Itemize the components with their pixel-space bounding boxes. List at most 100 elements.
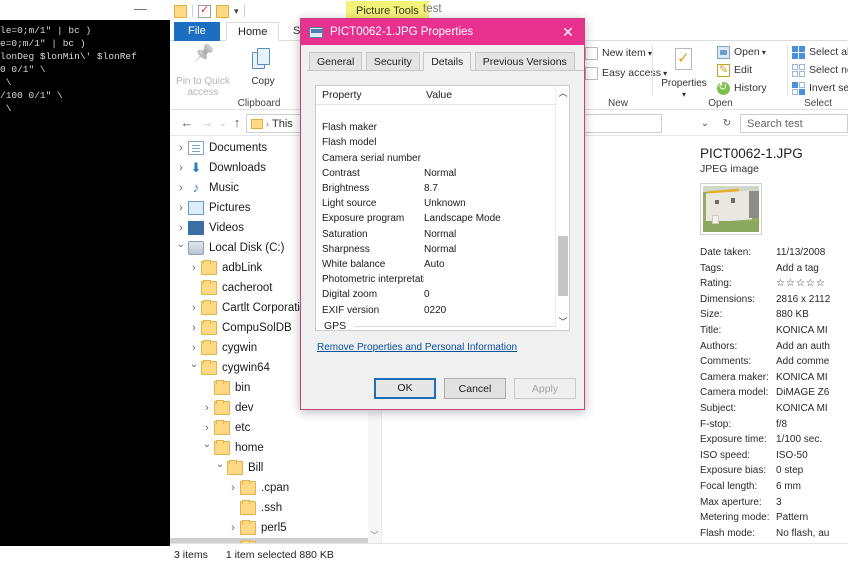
property-row[interactable]: Camera serial number	[316, 151, 569, 166]
chevron-right-icon[interactable]	[200, 398, 214, 419]
tab-details[interactable]: Details	[423, 52, 472, 71]
scrollbar-thumb[interactable]	[558, 236, 568, 296]
select-all-button[interactable]: Select all	[792, 44, 848, 60]
sidebar-item-label: Bill	[248, 462, 264, 474]
chevron-down-icon[interactable]: ﹀	[368, 529, 381, 543]
chevron-right-icon[interactable]	[174, 198, 188, 219]
properties-scrollbar[interactable]: ︿ ﹀	[555, 86, 569, 330]
cancel-button[interactable]: Cancel	[444, 378, 506, 399]
details-row-value[interactable]: Add a tag	[776, 261, 819, 277]
copy-button[interactable]: Copy	[234, 45, 292, 87]
ok-button[interactable]: OK	[374, 378, 436, 399]
remove-properties-link[interactable]: Remove Properties and Personal Informati…	[317, 342, 517, 353]
tab-previous-versions[interactable]: Previous Versions	[474, 52, 575, 71]
property-row[interactable]: Photometric interpretation	[316, 272, 569, 287]
divider	[354, 325, 561, 327]
invert-selection-button[interactable]: Invert selection	[792, 80, 848, 96]
property-value[interactable]: 8.7	[424, 183, 438, 194]
chevron-right-icon[interactable]	[174, 158, 188, 179]
properties-listbox[interactable]: Property Value Flash maker Flash model Cam…	[315, 85, 570, 331]
property-value[interactable]: Normal	[424, 244, 456, 255]
edit-button[interactable]: Edit	[717, 62, 752, 78]
select-none-button[interactable]: Select none	[792, 62, 848, 78]
open-button[interactable]: Open ▾	[717, 44, 766, 60]
chevron-right-icon[interactable]	[187, 318, 201, 339]
property-row[interactable]: Saturation Normal	[316, 227, 569, 242]
property-value[interactable]: 0220	[424, 305, 446, 316]
refresh-icon[interactable]: ↻	[723, 118, 731, 129]
tab-security[interactable]: Security	[365, 52, 420, 71]
folder-icon[interactable]	[174, 4, 187, 18]
rating-stars[interactable]: ☆☆☆☆☆	[776, 276, 826, 292]
chevron-down-icon[interactable]: ﹀	[556, 315, 569, 330]
sidebar-item-ssh[interactable]: .ssh	[170, 498, 381, 518]
chevron-right-icon[interactable]	[226, 518, 240, 539]
dialog-titlebar[interactable]: PICT0062-1.JPG Properties ✕	[301, 19, 584, 45]
status-item-count: 3 items	[174, 548, 208, 561]
property-row[interactable]	[316, 105, 569, 120]
tab-home[interactable]: Home	[226, 22, 280, 41]
chevron-right-icon[interactable]	[187, 298, 201, 319]
chevron-right-icon[interactable]	[187, 258, 201, 279]
chevron-down-icon[interactable]	[187, 358, 201, 378]
property-row[interactable]: EXIF version 0220	[316, 302, 569, 317]
downloads-icon: ⬇	[190, 160, 202, 175]
property-value[interactable]: Normal	[424, 168, 456, 179]
apply-button[interactable]: Apply	[514, 378, 576, 399]
chevron-right-icon[interactable]	[200, 418, 214, 439]
sidebar-item-cpan[interactable]: .cpan	[170, 478, 381, 498]
sidebar-item-bill[interactable]: Bill	[170, 458, 381, 478]
chevron-right-icon[interactable]	[226, 478, 240, 499]
search-input[interactable]: Search test	[740, 114, 848, 133]
property-row[interactable]: Contrast Normal	[316, 166, 569, 181]
sidebar-item-label: Music	[209, 182, 240, 194]
terminal-window[interactable]: le=0;m/1" | bc ) e=0;m/1" | bc ) lonDeg $l…	[0, 0, 175, 565]
property-row[interactable]: White balance Auto	[316, 257, 569, 272]
back-arrow-icon[interactable]: ←	[178, 114, 196, 132]
property-row[interactable]: Brightness 8.7	[316, 181, 569, 196]
folder-icon	[214, 400, 230, 415]
sidebar-item-label: bin	[235, 382, 251, 394]
folder-icon[interactable]	[216, 4, 229, 18]
property-row[interactable]: Flash maker	[316, 120, 569, 135]
chevron-down-icon[interactable]	[213, 458, 227, 478]
minimize-button[interactable]	[128, 2, 154, 18]
property-row[interactable]: Flash model	[316, 135, 569, 150]
property-value[interactable]: Unknown	[424, 198, 466, 209]
property-row[interactable]: Digital zoom 0	[316, 287, 569, 302]
pin-to-quick-access-button[interactable]: Pin to Quick access	[174, 45, 232, 98]
history-button[interactable]: History	[717, 79, 767, 96]
up-arrow-icon[interactable]: ↑	[228, 114, 246, 132]
close-icon[interactable]: ✕	[552, 19, 584, 45]
sidebar-item-label: perl5	[261, 522, 287, 534]
chevron-right-icon[interactable]	[174, 138, 188, 159]
sidebar-item-perl5[interactable]: perl5	[170, 518, 381, 538]
chevron-down-icon[interactable]	[200, 438, 214, 458]
details-row-key: Flash mode:	[700, 527, 756, 539]
sidebar-item-etc[interactable]: etc	[170, 418, 381, 438]
new-item-button[interactable]: New item ▾	[585, 45, 652, 61]
property-row[interactable]: Exposure program Landscape Mode	[316, 211, 569, 226]
property-row[interactable]: Sharpness Normal	[316, 242, 569, 257]
property-row[interactable]: Light source Unknown	[316, 196, 569, 211]
chevron-right-icon[interactable]	[174, 178, 188, 199]
properties-check-icon[interactable]	[198, 3, 211, 18]
chevron-right-icon[interactable]	[187, 338, 201, 359]
breadcrumb-root[interactable]: This	[272, 118, 293, 130]
property-value[interactable]: Landscape Mode	[424, 213, 501, 224]
details-row-value[interactable]: Add an auth	[776, 339, 830, 355]
details-row-value[interactable]: Add comme	[776, 354, 829, 370]
chevron-down-icon[interactable]: ▾	[234, 6, 239, 17]
property-value[interactable]: Normal	[424, 229, 456, 240]
chevron-right-icon[interactable]	[174, 218, 188, 239]
properties-button[interactable]: ✓ Properties ▾	[655, 45, 713, 100]
chevron-down-icon[interactable]	[174, 238, 188, 258]
property-value[interactable]: Auto	[424, 259, 445, 270]
chevron-up-icon[interactable]: ︿	[556, 86, 569, 101]
chevron-down-icon[interactable]: ⌄	[701, 118, 709, 129]
select-none-icon	[792, 64, 805, 77]
tab-file[interactable]: File	[174, 22, 220, 41]
tab-general[interactable]: General	[309, 52, 363, 71]
sidebar-item-home[interactable]: home	[170, 438, 381, 458]
property-value[interactable]: 0	[424, 289, 430, 300]
